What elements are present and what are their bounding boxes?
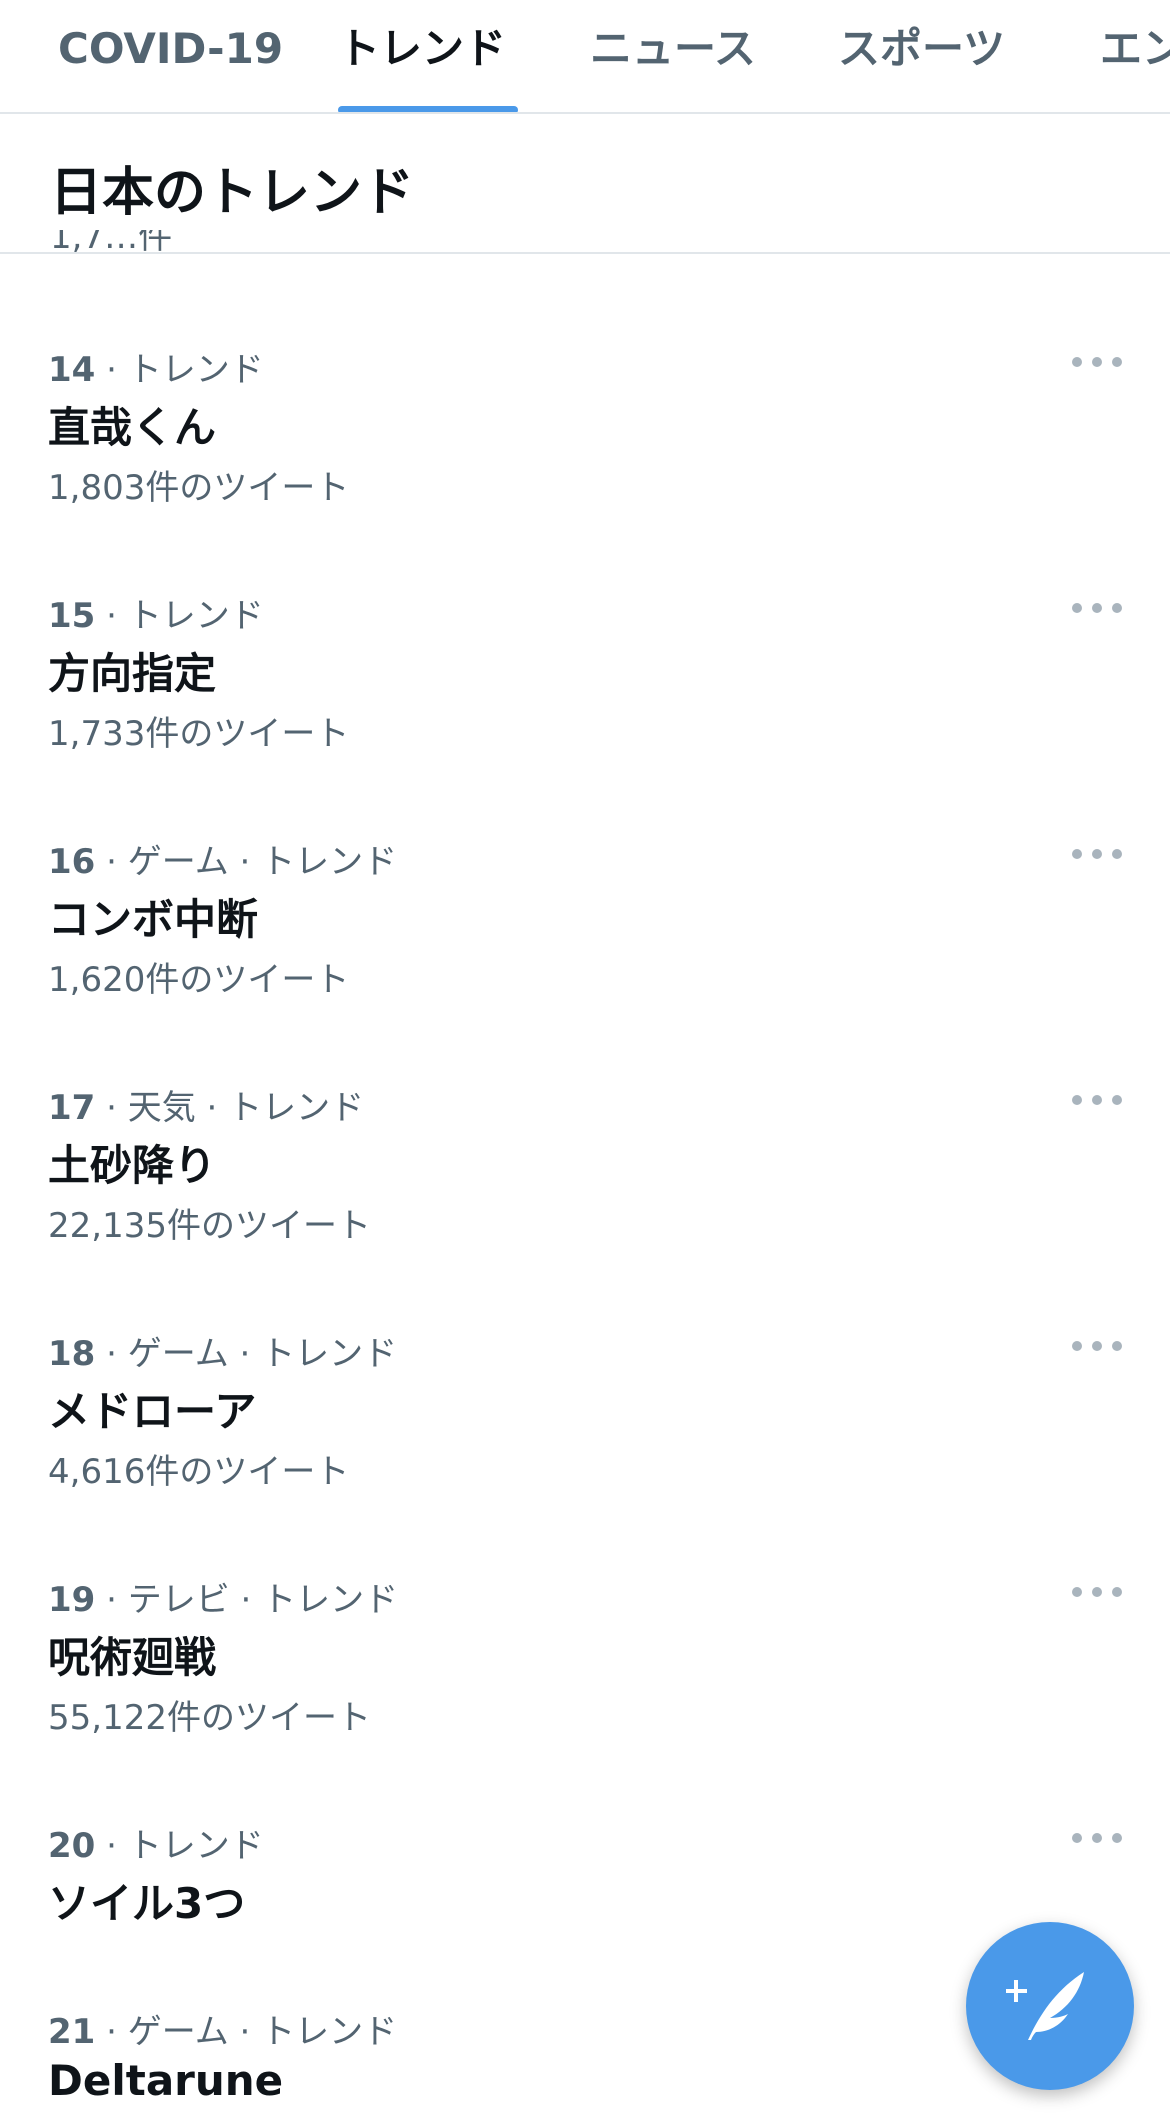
trend-name: コンボ中断 bbox=[48, 895, 259, 944]
more-dots-icon[interactable] bbox=[1072, 1334, 1122, 1358]
compose-tweet-button[interactable] bbox=[966, 1922, 1134, 2090]
trend-context: · テレビ · トレンド bbox=[95, 1580, 399, 1620]
trend-context: · トレンド bbox=[95, 350, 264, 390]
trend-tweet-count: 55,122件のツイート bbox=[48, 1698, 371, 1738]
trend-rank: 21 bbox=[48, 2012, 96, 2052]
trend-tweet-count: 22,135件のツイート bbox=[48, 1206, 371, 1246]
clipped-previous-trend: 1,7…件 bbox=[50, 230, 190, 254]
trend-name: 土砂降り bbox=[48, 1141, 217, 1190]
compose-feather-icon bbox=[1006, 1972, 1084, 2040]
trend-context: · ゲーム · トレンド bbox=[95, 2012, 398, 2052]
trend-name: 呪術廻戦 bbox=[48, 1633, 217, 1682]
trend-rank: 17 bbox=[48, 1088, 96, 1128]
trend-rank: 19 bbox=[48, 1580, 96, 1620]
section-title: 日本のトレンド bbox=[50, 163, 415, 223]
trend-meta: 16 · ゲーム · トレンド bbox=[48, 834, 397, 883]
tab-entertainment[interactable]: エンタメ bbox=[1100, 20, 1170, 78]
trend-meta: 20 · トレンド bbox=[48, 1818, 264, 1867]
trend-context: · ゲーム · トレンド bbox=[95, 1334, 398, 1374]
trend-rank: 18 bbox=[48, 1334, 96, 1374]
trend-name: 直哉くん bbox=[48, 403, 217, 452]
more-dots-icon[interactable] bbox=[1072, 1826, 1122, 1850]
trend-item[interactable]: 15 · トレンド 方向指定 1,733件のツイート bbox=[0, 580, 1170, 826]
trend-name: 方向指定 bbox=[48, 649, 217, 698]
trend-meta: 17 · 天気 · トレンド bbox=[48, 1080, 364, 1129]
trend-meta: 18 · ゲーム · トレンド bbox=[48, 1326, 397, 1375]
trend-context: · トレンド bbox=[95, 596, 264, 636]
clipped-previous-trend-text: 1,7…件 bbox=[50, 230, 173, 254]
trend-rank: 14 bbox=[48, 350, 96, 390]
trend-meta: 15 · トレンド bbox=[48, 588, 264, 637]
trend-name: ソイル3つ bbox=[48, 1879, 246, 1928]
more-dots-icon[interactable] bbox=[1072, 1088, 1122, 1112]
tab-covid19[interactable]: COVID-19 bbox=[58, 20, 283, 78]
trend-name: Deltarune bbox=[48, 2056, 284, 2105]
trend-tweet-count: 1,620件のツイート bbox=[48, 960, 350, 1000]
trend-rank: 15 bbox=[48, 596, 96, 636]
trend-context: · トレンド bbox=[95, 1826, 264, 1866]
trend-meta: 21 · ゲーム · トレンド bbox=[48, 2004, 397, 2053]
trend-tweet-count: 1,803件のツイート bbox=[48, 468, 350, 508]
more-dots-icon[interactable] bbox=[1072, 1580, 1122, 1604]
tab-news[interactable]: ニュース bbox=[590, 20, 756, 78]
trend-item[interactable]: 19 · テレビ · トレンド 呪術廻戦 55,122件のツイート bbox=[0, 1564, 1170, 1810]
trend-item[interactable]: 16 · ゲーム · トレンド コンボ中断 1,620件のツイート bbox=[0, 826, 1170, 1072]
trend-rank: 20 bbox=[48, 1826, 96, 1866]
more-dots-icon[interactable] bbox=[1072, 596, 1122, 620]
trend-context: · ゲーム · トレンド bbox=[95, 842, 398, 882]
trend-meta: 19 · テレビ · トレンド bbox=[48, 1572, 398, 1621]
more-dots-icon[interactable] bbox=[1072, 842, 1122, 866]
trend-tweet-count: 1,733件のツイート bbox=[48, 714, 350, 754]
trend-item[interactable]: 18 · ゲーム · トレンド メドローア 4,616件のツイート bbox=[0, 1318, 1170, 1564]
trend-rank: 16 bbox=[48, 842, 96, 882]
active-tab-indicator bbox=[338, 106, 518, 112]
more-dots-icon[interactable] bbox=[1072, 350, 1122, 374]
trend-context: · 天気 · トレンド bbox=[95, 1088, 365, 1128]
trend-meta: 14 · トレンド bbox=[48, 342, 264, 391]
tab-sports[interactable]: スポーツ bbox=[838, 20, 1005, 78]
trend-name: メドローア bbox=[48, 1387, 257, 1436]
trend-item[interactable]: 17 · 天気 · トレンド 土砂降り 22,135件のツイート bbox=[0, 1072, 1170, 1318]
tab-trends[interactable]: トレンド bbox=[338, 20, 506, 78]
trend-item[interactable]: 14 · トレンド 直哉くん 1,803件のツイート bbox=[0, 334, 1170, 580]
trend-tweet-count: 4,616件のツイート bbox=[48, 1452, 350, 1492]
top-tab-bar: COVID-19 トレンド ニュース スポーツ エンタメ bbox=[0, 0, 1170, 114]
